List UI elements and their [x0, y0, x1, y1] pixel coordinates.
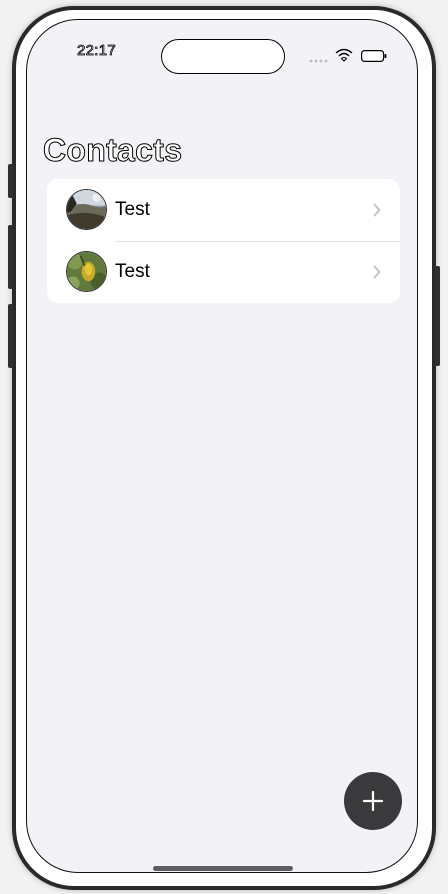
- add-contact-button[interactable]: [344, 772, 402, 830]
- contact-row[interactable]: Test: [47, 241, 400, 303]
- plus-icon: [362, 790, 384, 812]
- status-time: 22:17: [77, 42, 117, 60]
- status-bar: 22:17: [27, 20, 417, 74]
- power-button: [435, 266, 440, 366]
- contact-avatar: [66, 189, 107, 230]
- dynamic-island: [161, 39, 285, 74]
- chevron-right-icon: [373, 265, 381, 279]
- volume-up-button: [8, 225, 13, 289]
- action-button: [8, 164, 13, 198]
- home-indicator[interactable]: [153, 866, 293, 871]
- contacts-list: Test Test: [47, 179, 400, 303]
- contact-name: Test: [115, 261, 150, 282]
- page-title: Contacts: [42, 132, 183, 169]
- contact-avatar: [66, 251, 107, 292]
- contact-name: Test: [115, 199, 150, 220]
- battery-icon: [361, 50, 387, 62]
- chevron-right-icon: [373, 203, 381, 217]
- phone-frame: 22:17 Contacts Test Test: [8, 6, 440, 890]
- wifi-icon: [335, 48, 353, 62]
- contact-row[interactable]: Test: [47, 179, 400, 241]
- cellular-signal-icon: [309, 59, 328, 63]
- app-screen: 22:17 Contacts Test Test: [26, 19, 418, 873]
- volume-down-button: [8, 304, 13, 368]
